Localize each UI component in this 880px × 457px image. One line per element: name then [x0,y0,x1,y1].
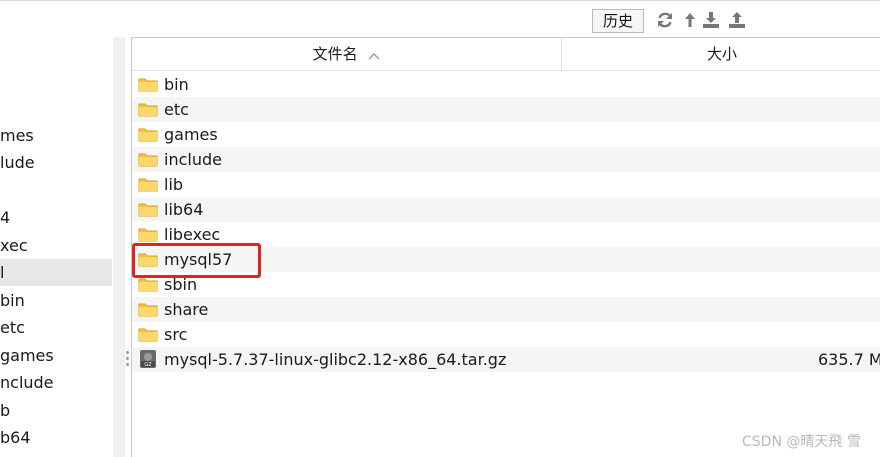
file-name: src [164,325,188,344]
splitter-grip-dot [126,363,129,366]
file-name: lib [164,175,184,194]
tree-item[interactable]: games [0,342,112,369]
column-header-name-label: 文件名 [312,45,358,63]
splitter-grip-dot [126,351,129,354]
splitter-grip-dot [126,357,129,360]
folder-icon [138,276,158,292]
tree-item[interactable]: b64 [0,424,112,451]
tree-item[interactable]: lude [0,149,112,176]
sort-ascending-icon [368,39,380,71]
file-name: mysql-5.7.37-linux-glibc2.12-x86_64.tar.… [164,350,507,369]
folder-row[interactable]: etc [132,97,880,122]
column-header-size[interactable]: 大小 [562,38,880,71]
file-row[interactable]: GZ mysql-5.7.37-linux-glibc2.12-x86_64.ta… [132,347,880,372]
column-header-name[interactable]: 文件名 [132,38,562,71]
folder-row[interactable]: include [132,147,880,172]
file-name: share [164,300,209,319]
folder-icon [138,176,158,192]
file-name: games [164,125,218,144]
tree-item[interactable]: 4 [0,204,112,231]
folder-icon [138,101,158,117]
directory-tree: mes lude 4 xec l bin etc games nclude b … [0,37,125,457]
folder-row[interactable]: games [132,122,880,147]
file-size: 635.7 M [818,350,880,369]
history-button[interactable]: 历史 [592,9,644,33]
tree-item-selected[interactable]: l [0,259,112,286]
toolbar: 历史 [0,0,880,36]
folder-icon [138,126,158,142]
folder-icon [138,326,158,342]
folder-icon [138,226,158,242]
tree-item[interactable]: nclude [0,369,112,396]
svg-text:GZ: GZ [144,362,152,368]
folder-row[interactable]: lib64 [132,197,880,222]
folder-icon [138,76,158,92]
refresh-icon[interactable] [655,10,675,30]
tree-scrollbar[interactable] [113,37,125,457]
column-header-size-label: 大小 [706,45,737,63]
folder-icon [138,201,158,217]
watermark: CSDN @晴天飛 雪 [742,434,861,450]
file-name: include [164,150,222,169]
upload-icon[interactable] [727,10,747,30]
tree-item[interactable]: mes [0,122,112,149]
download-icon[interactable] [701,10,721,30]
tree-item[interactable]: b [0,397,112,424]
folder-icon [138,151,158,167]
tree-item[interactable]: etc [0,314,112,341]
tree-item[interactable]: xec [0,232,112,259]
folder-row[interactable]: lib [132,172,880,197]
folder-row[interactable]: src [132,322,880,347]
tree-item[interactable]: bin [0,287,112,314]
folder-icon [138,301,158,317]
folder-row[interactable]: bin [132,72,880,97]
file-name: bin [164,75,189,94]
up-arrow-icon[interactable] [680,10,700,30]
highlight-annotation-box [132,243,261,278]
file-name: lib64 [164,200,204,219]
folder-row[interactable]: share [132,297,880,322]
toolbar-divider [0,0,880,1]
file-name: etc [164,100,189,119]
archive-file-icon: GZ [138,349,158,369]
